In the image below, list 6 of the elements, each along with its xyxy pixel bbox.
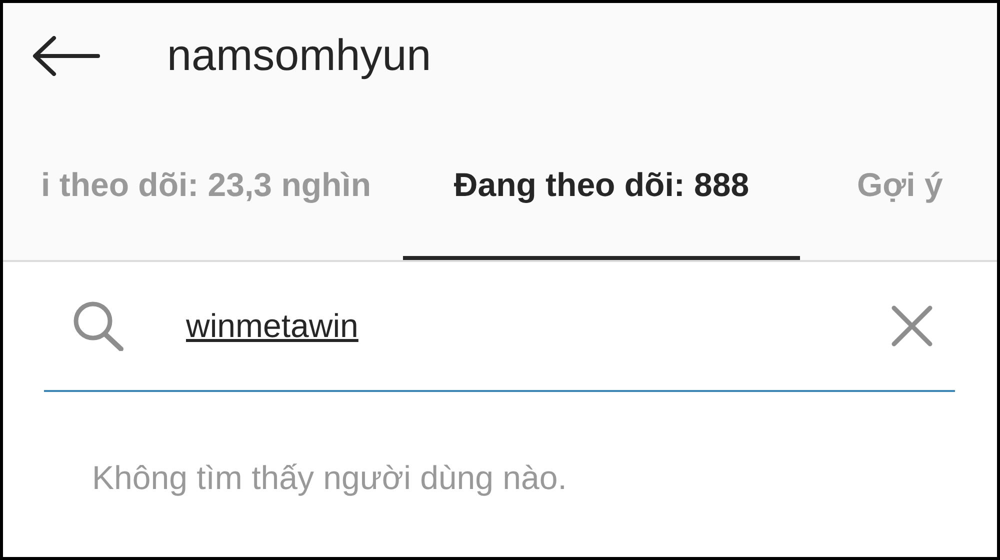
search-icon bbox=[72, 301, 126, 351]
back-arrow-icon[interactable] bbox=[32, 36, 100, 76]
clear-icon[interactable] bbox=[891, 305, 933, 347]
tab[interactable]: Đang theo dõi: 888 bbox=[403, 120, 800, 260]
username-title: namsomhyun bbox=[167, 30, 432, 80]
no-results-message: Không tìm thấy người dùng nào. bbox=[92, 459, 568, 497]
